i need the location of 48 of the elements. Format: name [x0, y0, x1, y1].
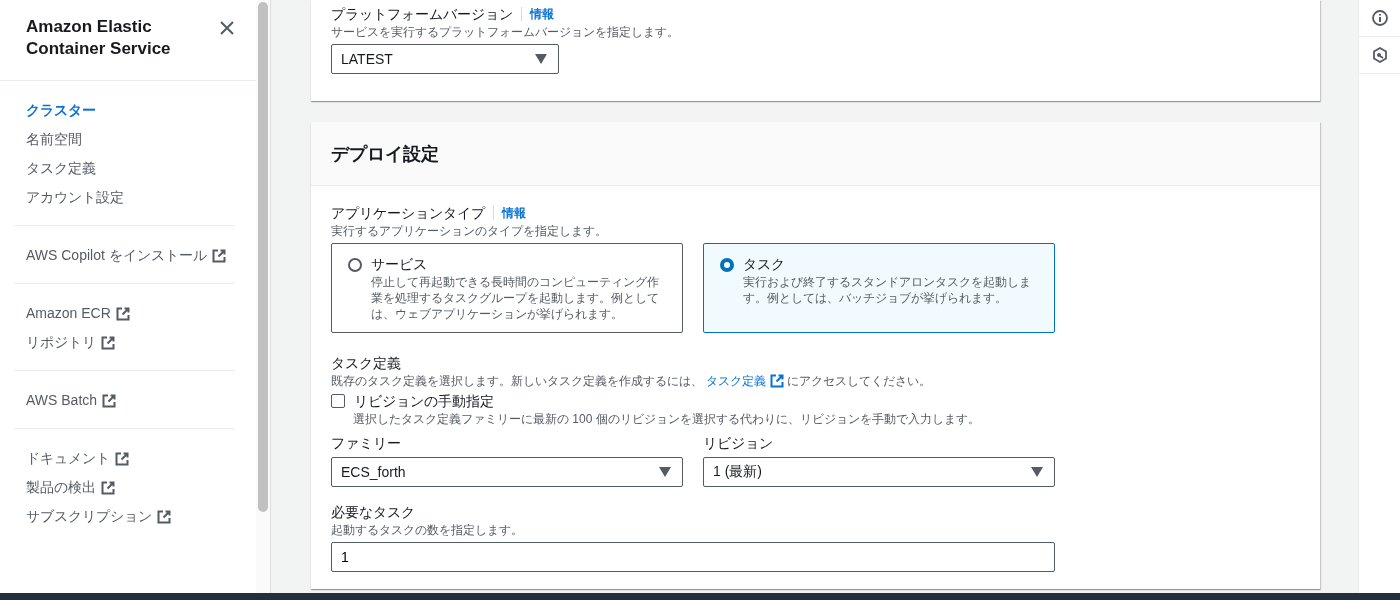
field-description: 起動するタスクの数を指定します。 — [331, 522, 524, 538]
option-title: タスク — [743, 255, 786, 273]
sidebar-link[interactable]: AWS Batch — [26, 391, 117, 410]
radio-button[interactable] — [720, 258, 734, 272]
radio-tile[interactable]: サービス 停止して再起動できる長時間のコンピューティング作業を処理するタスクグループを起動します。例としては、ウェブアプリケーションが挙げられます。 — [331, 243, 683, 333]
field-description: 実行するアプリケーションのタイプを指定します。 — [331, 223, 608, 239]
field-label: プラットフォームバージョン — [331, 5, 513, 24]
caret-icon — [659, 467, 671, 477]
sidebar-link[interactable]: 製品の検出 — [26, 478, 115, 497]
caret-icon — [1031, 467, 1043, 477]
sidebar-title: Amazon Elastic Container Service — [26, 16, 172, 60]
option-title: サービス — [371, 255, 428, 273]
field-label: リビジョン — [703, 434, 774, 453]
checkbox-label[interactable]: リビジョンの手動指定 — [354, 391, 494, 411]
sidebar-link[interactable]: ドキュメント — [26, 449, 129, 468]
info-link[interactable]: 情報 — [521, 7, 554, 21]
field-description: サービスを実行するプラットフォームバージョンを指定します。 — [331, 24, 680, 40]
field-description: にアクセスしてください。 — [787, 373, 931, 389]
version-select[interactable]: LATEST — [331, 44, 559, 74]
sidebar-link[interactable]: アカウント設定 — [26, 188, 124, 207]
sidebar-link[interactable]: タスク定義 — [26, 159, 96, 178]
close-button[interactable] — [218, 19, 236, 37]
field-description: 既存のタスク定義を選択します。新しいタスク定義を作成するには、 — [331, 373, 703, 389]
caret-icon — [535, 54, 547, 64]
field-label: ファミリー — [331, 434, 402, 453]
info-link[interactable]: 情報 — [493, 206, 526, 220]
checkbox-description: 選択したタスク定義ファミリーに最新の 100 個のリビジョンを選択する代わりに、リビジョンを手動で入力します。 — [352, 411, 981, 427]
external-link-icon — [770, 374, 784, 388]
task-definition-link[interactable]: タスク定義 — [706, 373, 784, 389]
sidebar-link[interactable]: 名前空間 — [26, 130, 82, 149]
sidebar-link[interactable]: クラスター — [26, 101, 96, 120]
revision-select[interactable]: 1 (最新) — [703, 457, 1055, 487]
field-label: タスク定義 — [331, 354, 402, 373]
option-description: 停止して再起動できる長時間のコンピューティング作業を処理するタスクグループを起動します。例としては、ウェブアプリケーションが挙げられます。 — [371, 274, 660, 322]
field-label: 必要なタスク — [331, 503, 416, 522]
sidebar-link[interactable]: サブスクリプション — [26, 507, 171, 526]
sidebar-link[interactable]: Amazon ECR — [26, 304, 130, 323]
radio-tile[interactable]: タスク 実行および終了するスタンドアロンタスクを起動します。例としては、バッチジョブが挙げられます。 — [703, 243, 1055, 333]
sidebar-link[interactable]: リポジトリ — [26, 333, 115, 352]
sidebar-link[interactable]: AWS Copilot をインストール — [26, 246, 226, 265]
scrollbar[interactable] — [256, 0, 271, 593]
field-label: アプリケーションタイプ — [331, 204, 485, 223]
section-title: デプロイ設定 — [331, 142, 439, 166]
input-field[interactable]: 1 — [331, 542, 1055, 572]
option-description: 実行および終了するスタンドアロンタスクを起動します。例としては、バッチジョブが挙げられます。 — [743, 274, 1032, 306]
radio-button[interactable] — [348, 258, 362, 272]
checkbox[interactable] — [331, 394, 345, 408]
family-select[interactable]: ECS_forth — [331, 457, 683, 487]
